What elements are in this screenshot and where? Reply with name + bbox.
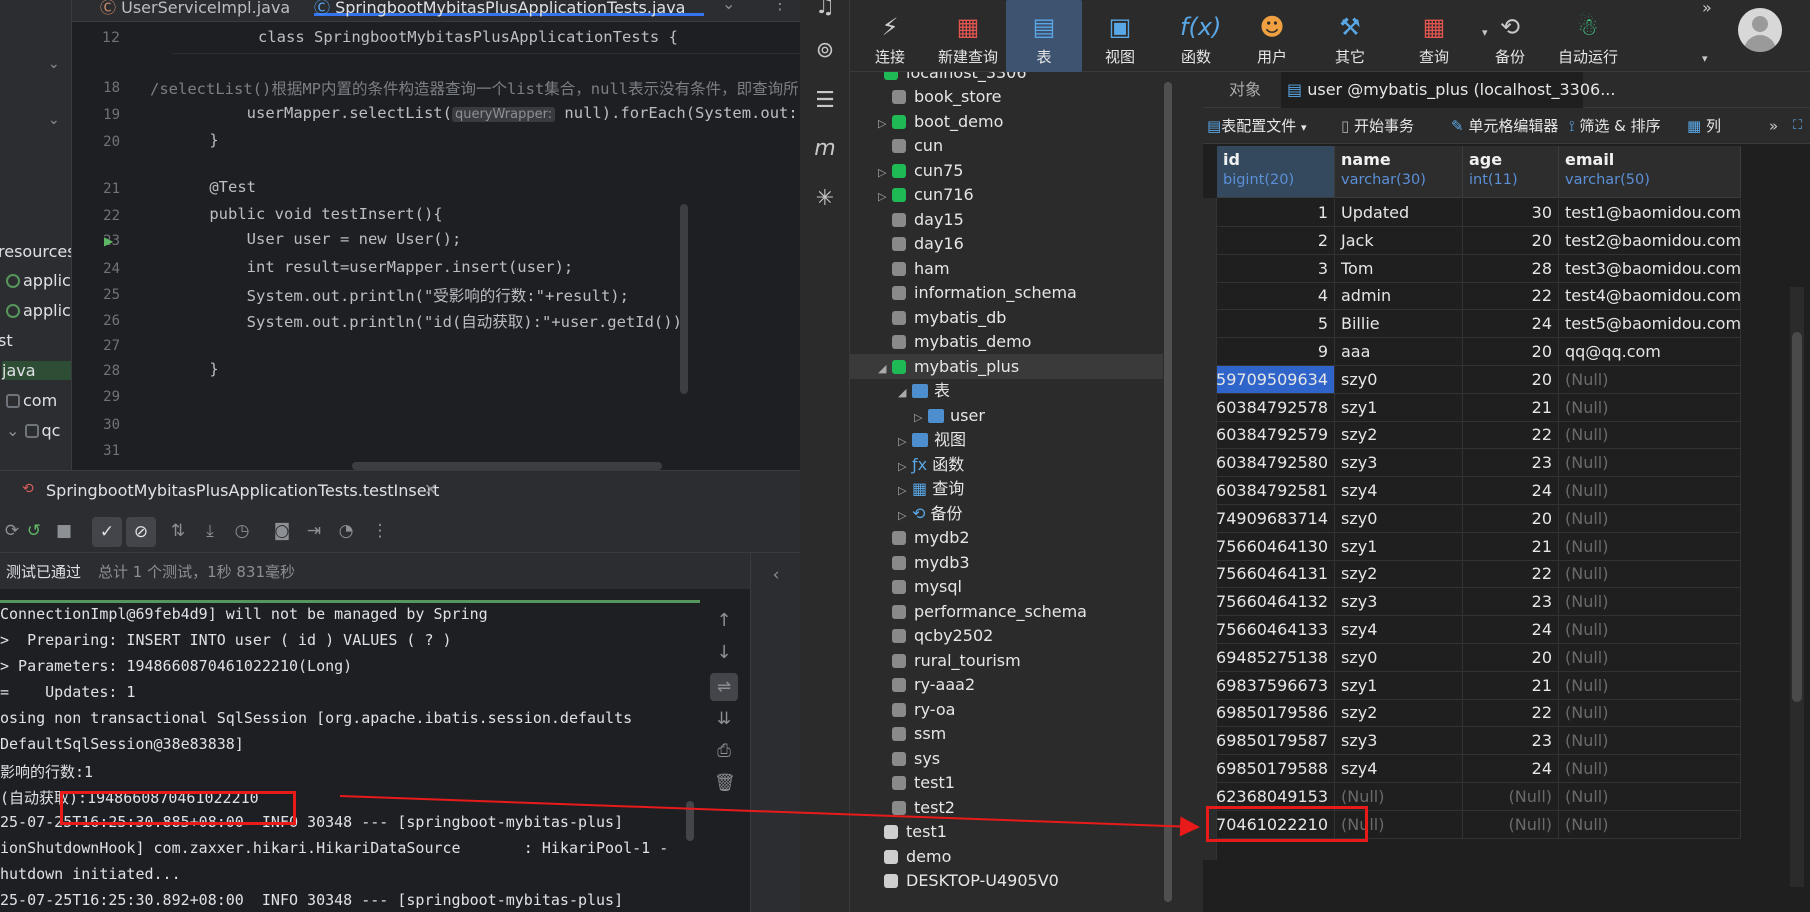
annotation-arrow [339, 795, 1200, 837]
screenshot-root: ⌄ ⌄ resources applic applic st java com … [0, 0, 1810, 912]
